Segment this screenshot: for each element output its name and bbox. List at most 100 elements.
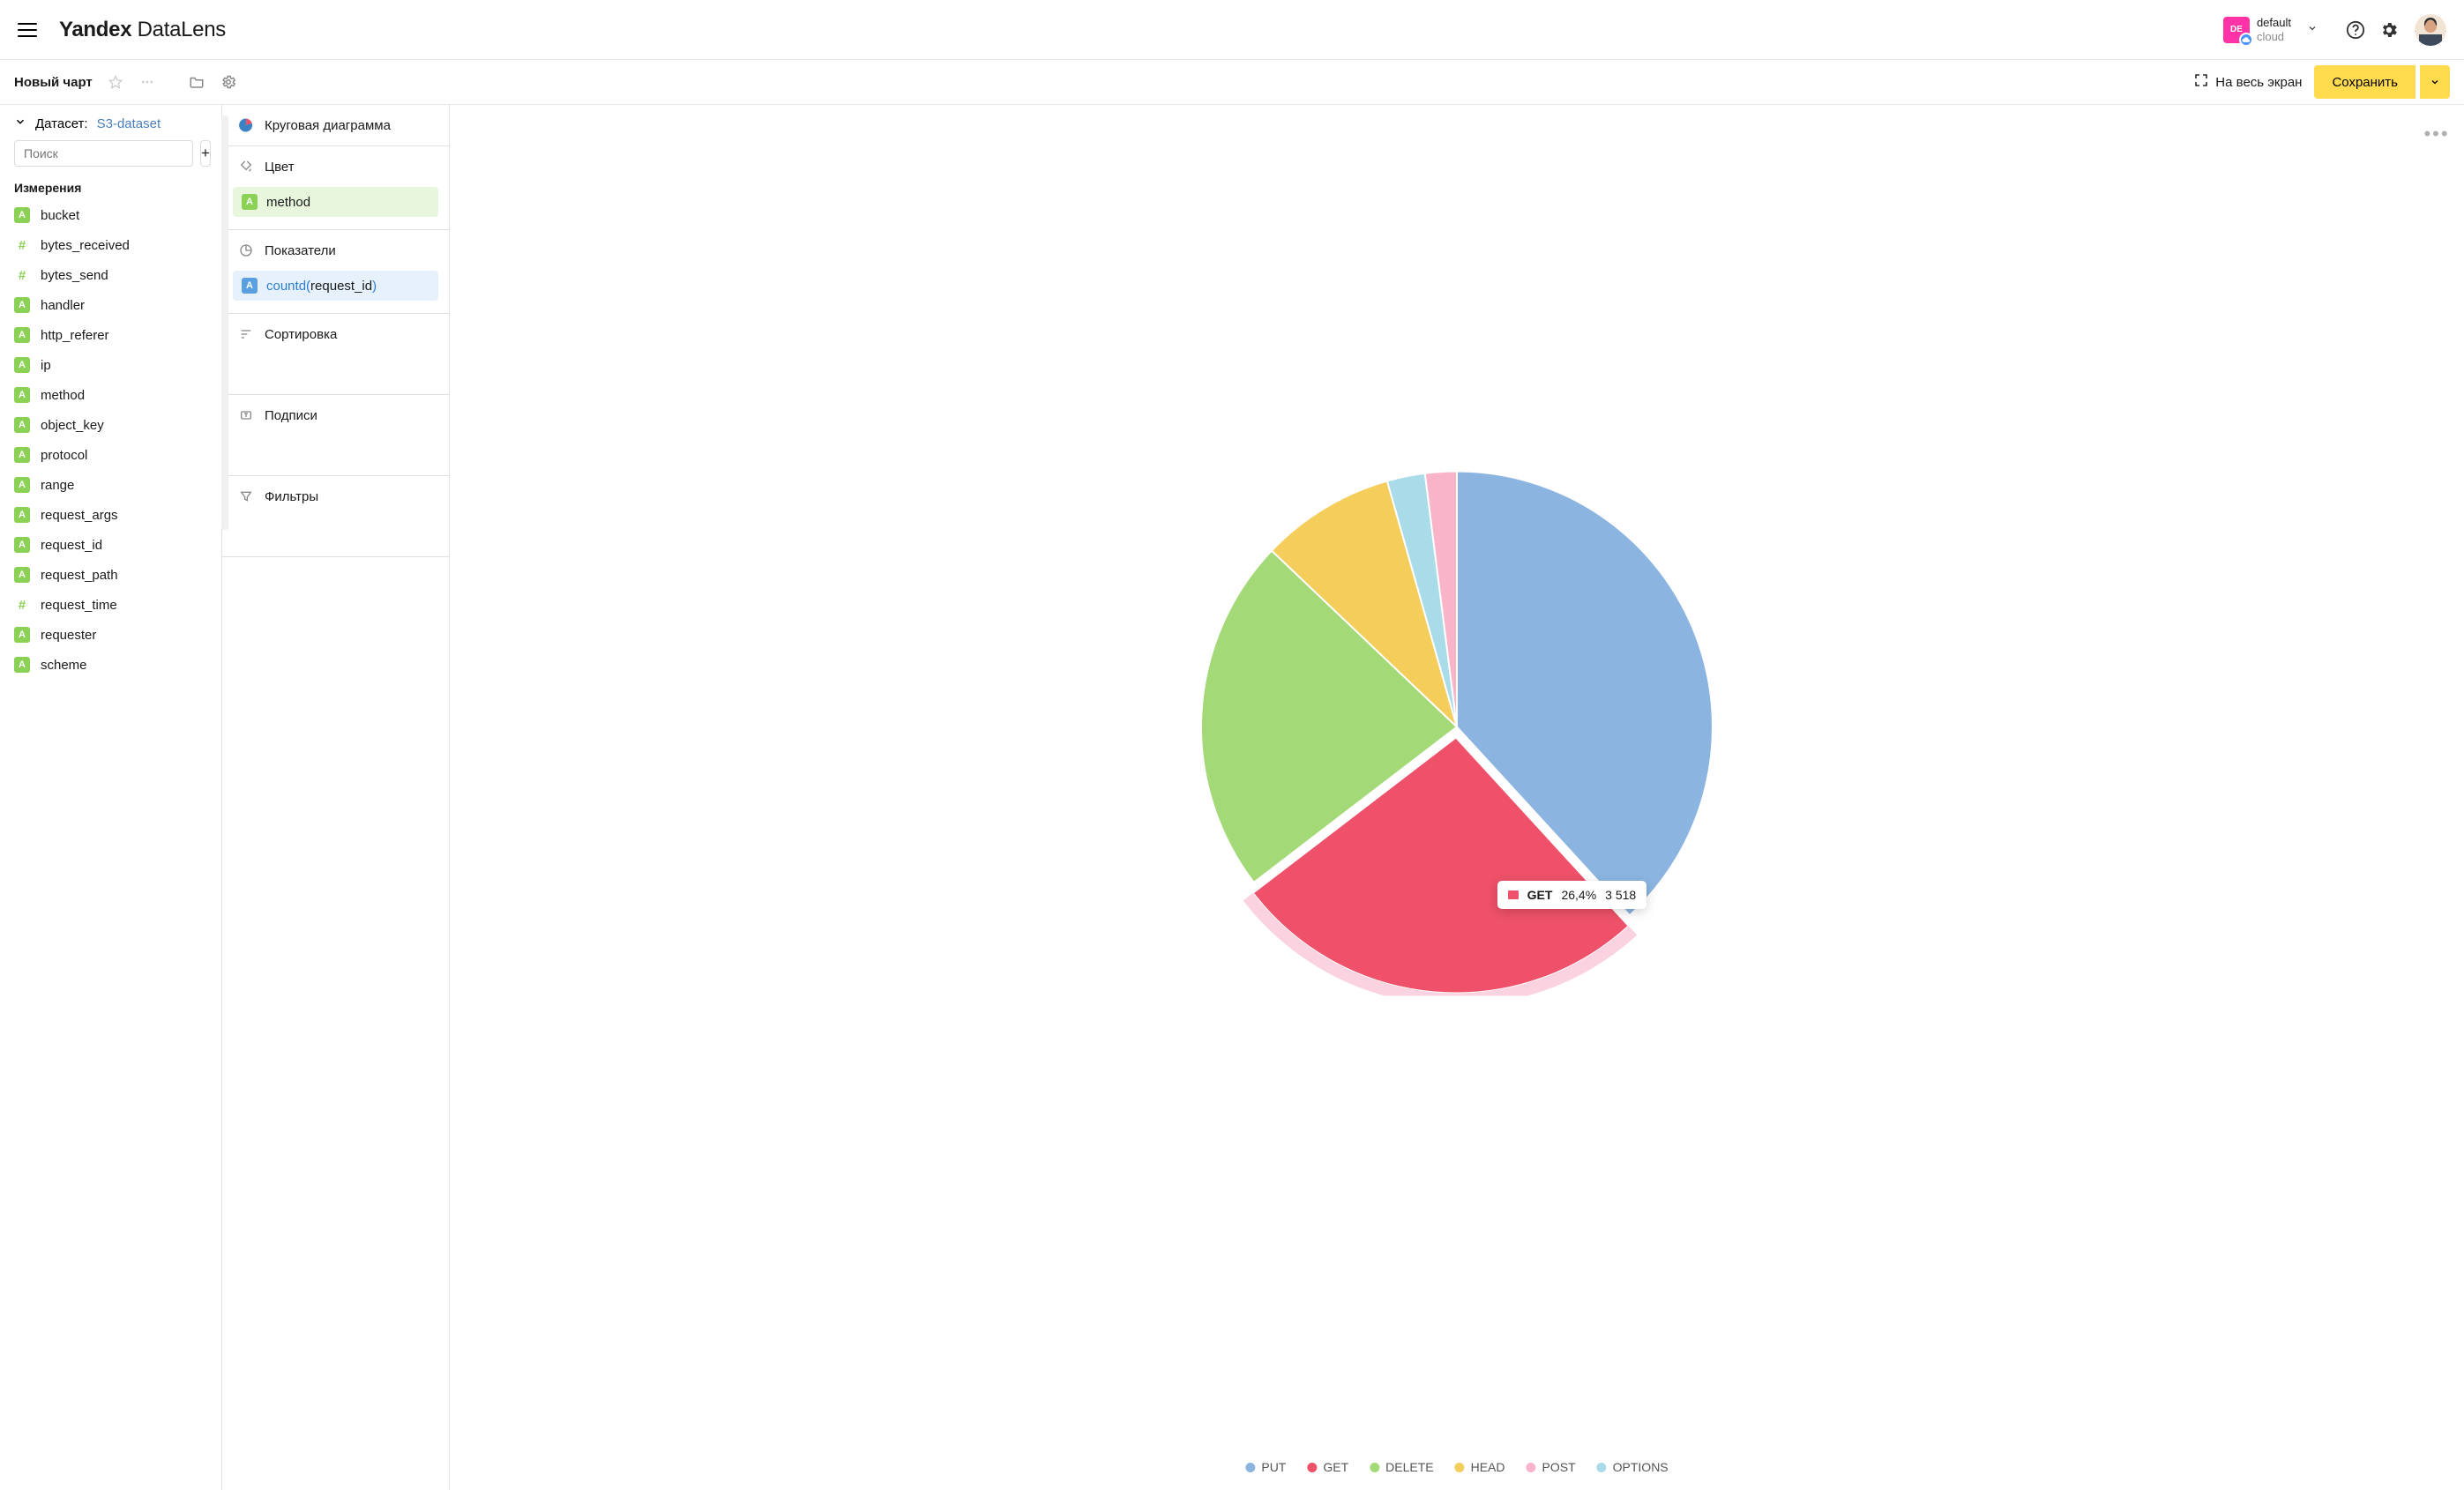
field-bucket[interactable]: Abucket bbox=[0, 200, 221, 230]
string-type-badge-icon: A bbox=[14, 417, 30, 433]
legend-dot-icon bbox=[1527, 1463, 1536, 1472]
user-avatar[interactable] bbox=[2415, 14, 2446, 46]
cloud-badge: DE bbox=[2223, 17, 2250, 43]
measures-section-label: Показатели bbox=[265, 243, 336, 258]
text-label-icon bbox=[238, 407, 254, 423]
string-type-badge-icon: A bbox=[14, 477, 30, 493]
legend-dot-icon bbox=[1245, 1463, 1255, 1472]
field-label: range bbox=[41, 478, 74, 493]
paint-bucket-icon bbox=[238, 159, 254, 175]
field-label: bytes_received bbox=[41, 238, 130, 253]
dimensions-heading: Измерения bbox=[0, 172, 221, 198]
chart-title: Новый чарт bbox=[14, 75, 93, 90]
chevron-down-icon[interactable] bbox=[14, 115, 26, 131]
field-handler[interactable]: Ahandler bbox=[0, 290, 221, 320]
dataset-name-link[interactable]: S3-dataset bbox=[97, 116, 161, 131]
measures-section-header: Показатели bbox=[222, 230, 449, 271]
field-label: protocol bbox=[41, 448, 87, 463]
dataset-label: Датасет: bbox=[35, 116, 88, 131]
add-field-button[interactable]: + bbox=[200, 140, 211, 167]
field-http_referer[interactable]: Ahttp_referer bbox=[0, 320, 221, 350]
number-type-icon: # bbox=[14, 267, 30, 283]
field-bytes_send[interactable]: #bytes_send bbox=[0, 260, 221, 290]
legend-label: GET bbox=[1323, 1460, 1348, 1474]
field-method[interactable]: Amethod bbox=[0, 380, 221, 410]
more-icon[interactable] bbox=[133, 68, 161, 96]
field-request_args[interactable]: Arequest_args bbox=[0, 500, 221, 530]
legend-label: DELETE bbox=[1385, 1460, 1433, 1474]
legend-label: POST bbox=[1542, 1460, 1576, 1474]
legend-item-head[interactable]: HEAD bbox=[1455, 1460, 1505, 1474]
fullscreen-icon bbox=[2194, 73, 2208, 91]
tooltip-swatch-icon bbox=[1508, 890, 1519, 899]
field-label: handler bbox=[41, 298, 85, 313]
string-type-badge-icon: A bbox=[14, 327, 30, 343]
color-chip-method[interactable]: A method bbox=[233, 187, 438, 217]
tooltip-label: GET bbox=[1527, 888, 1553, 902]
cloud-selector[interactable]: DE default cloud bbox=[2223, 16, 2326, 43]
legend-dot-icon bbox=[1455, 1463, 1465, 1472]
field-request_path[interactable]: Arequest_path bbox=[0, 560, 221, 590]
legend-label: OPTIONS bbox=[1613, 1460, 1669, 1474]
search-input[interactable] bbox=[14, 140, 193, 167]
save-dropdown-button[interactable] bbox=[2420, 65, 2450, 99]
gear-icon[interactable] bbox=[2378, 19, 2401, 41]
number-type-icon: # bbox=[14, 597, 30, 613]
string-type-badge-icon: A bbox=[242, 194, 258, 210]
field-requester[interactable]: Arequester bbox=[0, 620, 221, 650]
field-label: object_key bbox=[41, 418, 104, 433]
legend-item-delete[interactable]: DELETE bbox=[1370, 1460, 1433, 1474]
measure-chip-label: countd(request_id) bbox=[266, 279, 377, 294]
pie-chart-icon bbox=[238, 117, 254, 133]
field-scheme[interactable]: Ascheme bbox=[0, 650, 221, 680]
fullscreen-button[interactable]: На весь экран bbox=[2182, 66, 2314, 98]
string-type-badge-icon: A bbox=[14, 207, 30, 223]
labels-section-header: Подписи bbox=[222, 395, 449, 436]
field-request_id[interactable]: Arequest_id bbox=[0, 530, 221, 560]
hamburger-menu[interactable] bbox=[18, 23, 37, 37]
legend-dot-icon bbox=[1597, 1463, 1607, 1472]
tooltip-value: 3 518 bbox=[1605, 888, 1636, 902]
sort-section-label: Сортировка bbox=[265, 327, 337, 342]
measure-icon bbox=[238, 242, 254, 258]
string-type-badge-icon: A bbox=[14, 507, 30, 523]
color-section-header: Цвет bbox=[222, 146, 449, 187]
field-bytes_received[interactable]: #bytes_received bbox=[0, 230, 221, 260]
legend-dot-icon bbox=[1307, 1463, 1317, 1472]
measure-chip-countd[interactable]: A countd(request_id) bbox=[233, 271, 438, 301]
field-protocol[interactable]: Aprotocol bbox=[0, 440, 221, 470]
string-type-badge-icon: A bbox=[14, 657, 30, 673]
string-type-badge-icon: A bbox=[14, 537, 30, 553]
field-object_key[interactable]: Aobject_key bbox=[0, 410, 221, 440]
sort-icon bbox=[238, 326, 254, 342]
legend-item-post[interactable]: POST bbox=[1527, 1460, 1576, 1474]
string-type-badge-icon: A bbox=[14, 627, 30, 643]
chevron-down-icon bbox=[2307, 23, 2318, 36]
legend-label: HEAD bbox=[1471, 1460, 1505, 1474]
tooltip-percent: 26,4% bbox=[1561, 888, 1596, 902]
save-button[interactable]: Сохранить bbox=[2314, 65, 2415, 99]
chart-type-selector[interactable]: Круговая диаграмма bbox=[222, 105, 449, 145]
folder-icon[interactable] bbox=[183, 68, 211, 96]
field-ip[interactable]: Aip bbox=[0, 350, 221, 380]
string-type-badge-icon: A bbox=[14, 567, 30, 583]
field-label: http_referer bbox=[41, 328, 109, 343]
field-range[interactable]: Arange bbox=[0, 470, 221, 500]
field-label: request_args bbox=[41, 508, 118, 523]
color-section-label: Цвет bbox=[265, 160, 295, 175]
chart-menu-icon[interactable]: ••• bbox=[2425, 126, 2448, 142]
legend-item-options[interactable]: OPTIONS bbox=[1597, 1460, 1669, 1474]
settings-small-gear-icon[interactable] bbox=[214, 68, 243, 96]
favorite-star-icon[interactable] bbox=[101, 68, 130, 96]
chart-tooltip: GET 26,4% 3 518 bbox=[1497, 881, 1647, 909]
field-request_time[interactable]: #request_time bbox=[0, 590, 221, 620]
app-logo: Yandex DataLens bbox=[59, 18, 226, 42]
field-label: requester bbox=[41, 628, 96, 643]
legend-item-get[interactable]: GET bbox=[1307, 1460, 1348, 1474]
field-label: request_path bbox=[41, 568, 118, 583]
string-type-badge-icon: A bbox=[14, 447, 30, 463]
help-icon[interactable] bbox=[2344, 19, 2367, 41]
legend-item-put[interactable]: PUT bbox=[1245, 1460, 1286, 1474]
sort-section-header: Сортировка bbox=[222, 314, 449, 354]
pie-chart[interactable] bbox=[1188, 458, 1726, 998]
